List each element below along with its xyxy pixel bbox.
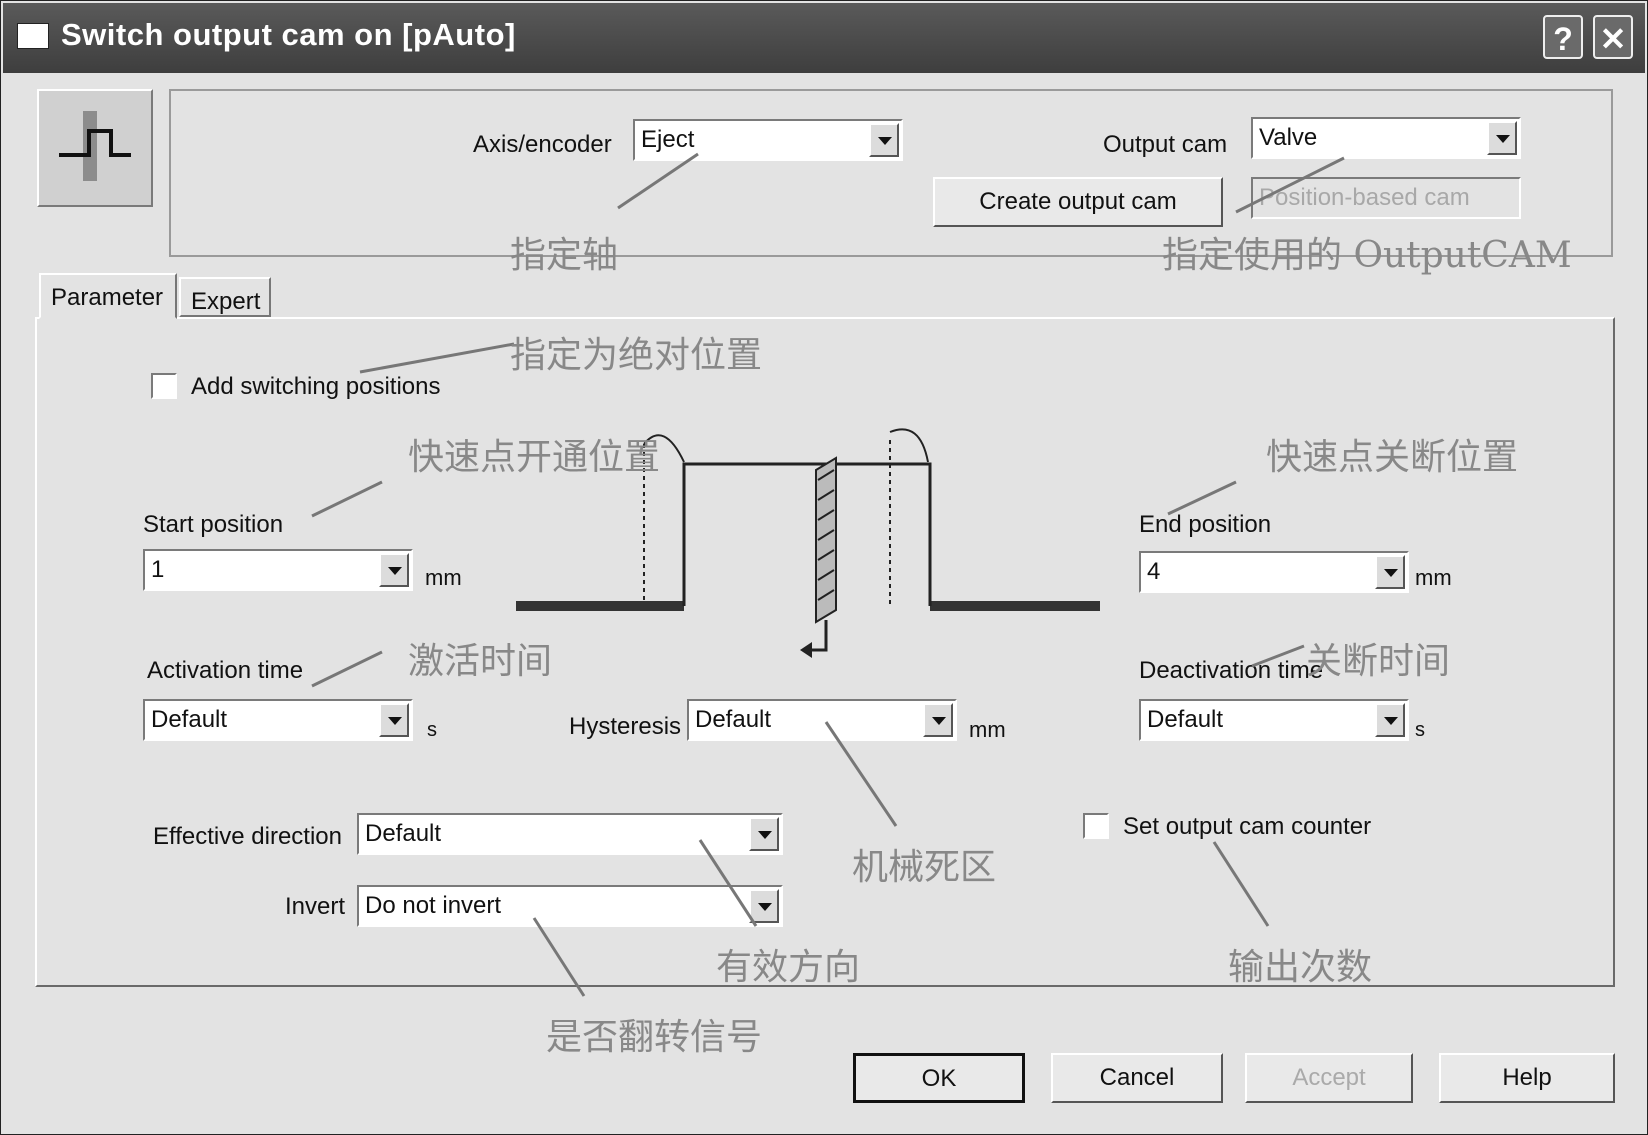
tab-parameter[interactable]: Parameter <box>39 273 177 319</box>
annotation-activation: 激活时间 <box>408 641 553 682</box>
annotation-output-cam: 指定使用的 OutputCAM <box>1162 235 1572 276</box>
annotation-start: 快速点开通位置 <box>408 437 661 478</box>
annotation-direction: 有效方向 <box>716 947 861 988</box>
annotation-absolute: 指定为绝对位置 <box>510 335 763 376</box>
annotation-end: 快速点关断位置 <box>1266 437 1519 478</box>
annotation-counter: 输出次数 <box>1228 947 1373 988</box>
annotation-deactivation: 关断时间 <box>1306 641 1451 682</box>
annotation-invert: 是否翻转信号 <box>546 1017 763 1058</box>
annotation-axis: 指定轴 <box>510 235 619 276</box>
annotation-hysteresis: 机械死区 <box>852 847 997 888</box>
